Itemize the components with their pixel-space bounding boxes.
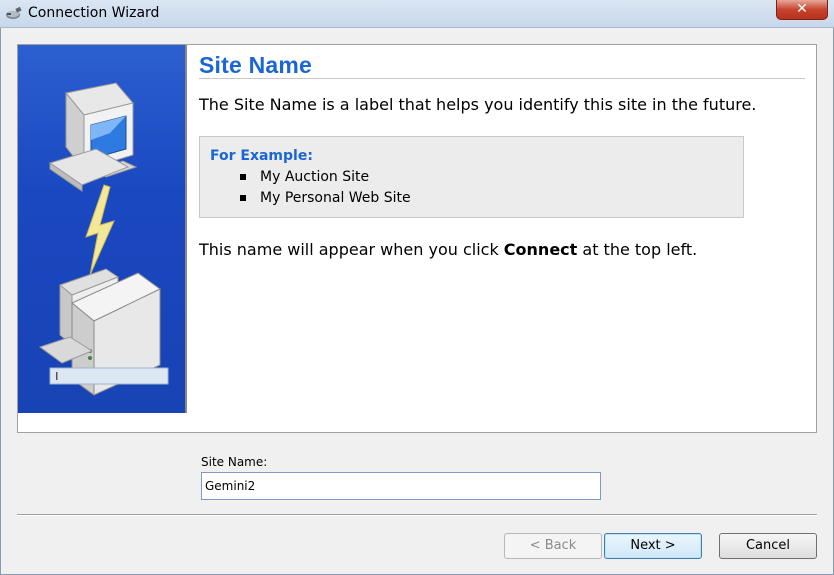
page-title: Site Name [199, 52, 313, 78]
computer-connection-illustration [18, 45, 187, 413]
close-button[interactable]: ✕ [776, 0, 828, 20]
window-title: Connection Wizard [28, 5, 160, 21]
list-item: My Auction Site [240, 169, 411, 190]
note-prefix: This name will appear when you click [199, 240, 504, 259]
note-suffix: at the top left. [577, 240, 698, 259]
intro-text: The Site Name is a label that helps you … [199, 95, 757, 114]
bullet-icon [240, 195, 246, 201]
close-icon: ✕ [796, 1, 808, 17]
example-item-text: My Personal Web Site [260, 190, 411, 206]
note-bold: Connect [503, 240, 578, 259]
list-item: My Personal Web Site [240, 190, 411, 211]
cancel-button[interactable]: Cancel [719, 533, 817, 559]
monitor-icon [48, 82, 138, 192]
example-box: For Example: My Auction Site My Personal… [199, 136, 744, 218]
back-button[interactable]: < Back [504, 533, 602, 559]
next-button[interactable]: Next > [604, 533, 702, 559]
note-text: This name will appear when you click Con… [199, 240, 697, 259]
heading-divider [199, 78, 805, 79]
example-item-text: My Auction Site [260, 169, 370, 185]
progress-strip [49, 367, 169, 385]
title-bar: Connection Wizard ✕ [0, 0, 834, 28]
site-name-label: Site Name: [201, 455, 268, 469]
bullet-icon [240, 174, 246, 180]
example-list: My Auction Site My Personal Web Site [240, 169, 411, 211]
site-name-input[interactable] [201, 472, 601, 500]
connection-plug-icon [5, 6, 23, 21]
button-separator [17, 514, 817, 516]
example-title: For Example: [210, 148, 313, 164]
lightning-icon [85, 184, 115, 276]
